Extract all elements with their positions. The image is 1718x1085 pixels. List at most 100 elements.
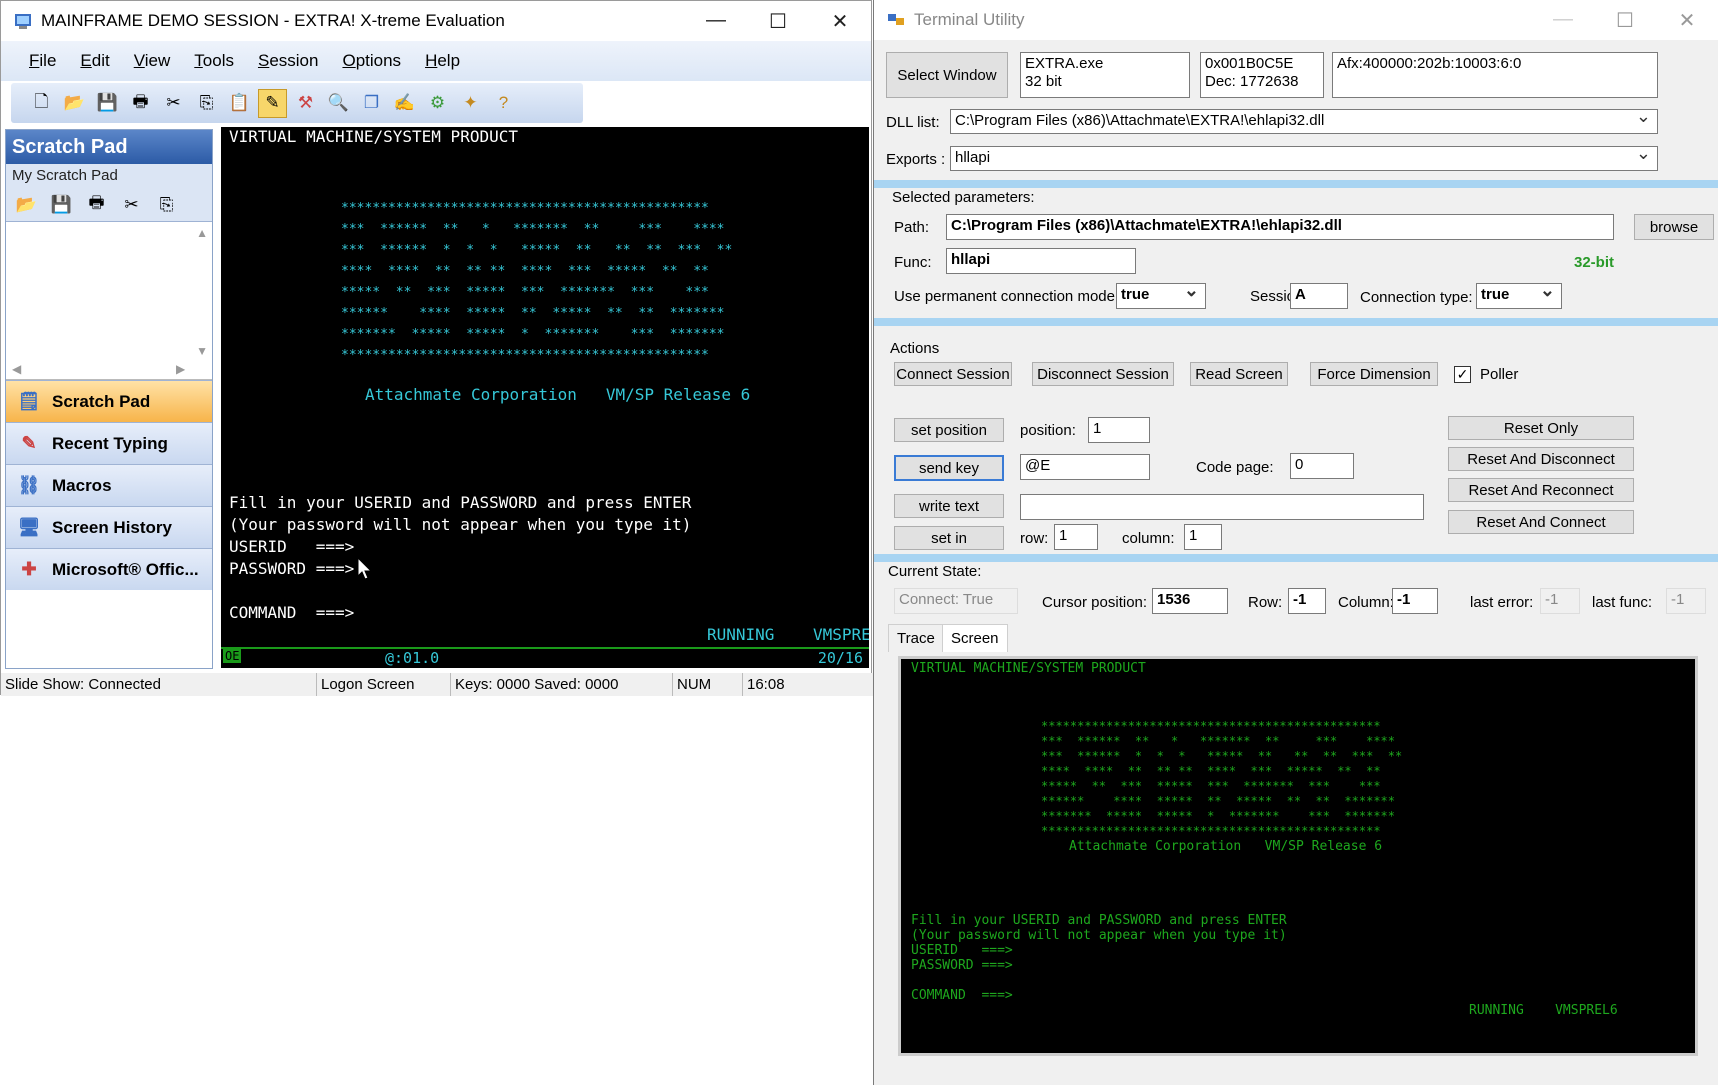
macro-icon[interactable]: ⚙ xyxy=(423,89,452,118)
separator xyxy=(874,180,1718,188)
copy-icon[interactable]: ⎘ xyxy=(152,190,181,219)
banner-line: ****************************************… xyxy=(341,348,709,363)
scroll-right-icon[interactable]: ▶ xyxy=(176,362,185,376)
help-icon[interactable]: ? xyxy=(489,89,518,118)
force-dimension-button[interactable]: Force Dimension xyxy=(1310,362,1438,386)
save-icon[interactable]: 💾 xyxy=(47,190,76,219)
nav-recent-typing[interactable]: ✎ Recent Typing xyxy=(6,422,212,464)
nav-macros[interactable]: ⛓ Macros xyxy=(6,464,212,506)
terminal-utility-window: Terminal Utility — ☐ ✕ Select Window EXT… xyxy=(873,0,1718,1085)
close-icon[interactable]: ✕ xyxy=(1656,8,1718,33)
send-key-button[interactable]: send key xyxy=(894,455,1004,481)
reset-and-disconnect-button[interactable]: Reset And Disconnect xyxy=(1448,447,1634,471)
edit-icon[interactable]: ✍ xyxy=(390,89,419,118)
terminal-line: Fill in your USERID and PASSWORD and pre… xyxy=(911,913,1287,928)
terminal-line: COMMAND ===> xyxy=(911,988,1013,1003)
last-error-label: last error: xyxy=(1470,594,1534,611)
key-input[interactable]: @E xyxy=(1020,454,1150,480)
close-icon[interactable]: ✕ xyxy=(809,9,871,34)
extra-app-icon xyxy=(15,14,31,29)
command-prompt[interactable]: COMMAND ===> xyxy=(229,603,354,622)
menu-help[interactable]: Help xyxy=(413,51,472,71)
print-icon[interactable]: 🖶 xyxy=(82,190,111,219)
nav-label: Recent Typing xyxy=(52,433,168,453)
extra-window: MAINFRAME DEMO SESSION - EXTRA! X-treme … xyxy=(0,0,873,696)
nav-microsoft-office[interactable]: ✚ Microsoft® Offic... xyxy=(6,548,212,590)
read-screen-button[interactable]: Read Screen xyxy=(1190,362,1288,386)
menu-options[interactable]: Options xyxy=(330,51,413,71)
maximize-icon[interactable]: ☐ xyxy=(747,9,809,34)
exports-label: Exports : xyxy=(886,151,946,168)
set-in-button[interactable]: set in xyxy=(894,526,1004,550)
banner-line: ******* ***** ***** * ******* *** ******… xyxy=(1041,809,1396,823)
connection-type-label: Connection type: xyxy=(1360,289,1473,306)
reset-only-button[interactable]: Reset Only xyxy=(1448,416,1634,440)
nav-label: Microsoft® Offic... xyxy=(52,559,199,579)
exports-select[interactable]: hllapi xyxy=(950,146,1658,171)
dll-select[interactable]: C:\Program Files (x86)\Attachmate\EXTRA!… xyxy=(950,109,1658,134)
connect-session-button[interactable]: Connect Session xyxy=(894,362,1012,386)
scroll-left-icon[interactable]: ◀ xyxy=(12,362,21,376)
browse-button[interactable]: browse xyxy=(1634,214,1714,240)
wizard-icon[interactable]: ✦ xyxy=(456,89,485,118)
password-prompt[interactable]: PASSWORD ===> xyxy=(229,559,354,578)
terminal-utility-icon xyxy=(888,14,904,25)
position-input[interactable]: 1 xyxy=(1088,417,1150,443)
zoom-icon[interactable]: 🔍 xyxy=(324,89,353,118)
tools-icon[interactable]: ⚒ xyxy=(291,89,320,118)
open-folder-icon[interactable]: 📂 xyxy=(60,89,89,118)
row-input[interactable]: 1 xyxy=(1054,524,1098,550)
select-window-button[interactable]: Select Window xyxy=(886,52,1008,98)
permanent-connection-select[interactable]: true xyxy=(1116,283,1206,309)
copy-icon[interactable]: ⎘ xyxy=(192,89,221,118)
scroll-up-icon[interactable]: ▲ xyxy=(196,226,208,240)
edit-mode-icon[interactable]: ✎ xyxy=(258,88,287,118)
connect-state-field: Connect: True xyxy=(894,588,1018,614)
poller-checkbox[interactable]: ✓ xyxy=(1454,366,1471,383)
new-icon[interactable]: 🗋 xyxy=(27,89,56,118)
menu-file[interactable]: File xyxy=(17,51,68,71)
scratch-pad-text-area[interactable]: ▲ ▼ ◀ ▶ xyxy=(6,222,212,380)
cursor-position-label: Cursor position: xyxy=(1042,594,1148,611)
menu-view[interactable]: View xyxy=(122,51,183,71)
windows-icon[interactable]: ❐ xyxy=(357,89,386,118)
reset-and-connect-button[interactable]: Reset And Connect xyxy=(1448,510,1634,534)
tab-trace[interactable]: Trace xyxy=(888,624,944,652)
notepad-icon: 🗒 xyxy=(17,391,41,411)
path-input[interactable]: C:\Program Files (x86)\Attachmate\EXTRA!… xyxy=(946,214,1614,240)
cut-icon[interactable]: ✂ xyxy=(117,190,146,219)
disconnect-session-button[interactable]: Disconnect Session xyxy=(1032,362,1174,386)
session-input[interactable]: A xyxy=(1290,283,1348,309)
reset-and-reconnect-button[interactable]: Reset And Reconnect xyxy=(1448,478,1634,502)
maximize-icon[interactable]: ☐ xyxy=(1594,8,1656,33)
nav-scratch-pad[interactable]: 🗒 Scratch Pad xyxy=(6,380,212,422)
terminal-screen[interactable]: VIRTUAL MACHINE/SYSTEM PRODUCT *********… xyxy=(221,127,869,668)
open-folder-icon[interactable]: 📂 xyxy=(12,190,41,219)
banner-line: ***** ** *** ***** *** ******* *** *** xyxy=(1041,779,1381,793)
scroll-down-icon[interactable]: ▼ xyxy=(196,344,208,358)
func-input[interactable]: hllapi xyxy=(946,248,1136,274)
connection-type-select[interactable]: true xyxy=(1476,283,1562,309)
minimize-icon[interactable]: — xyxy=(685,9,747,34)
nav-screen-history[interactable]: 🖥 Screen History xyxy=(6,506,212,548)
menu-edit[interactable]: Edit xyxy=(68,51,121,71)
paste-icon[interactable]: 📋 xyxy=(225,89,254,118)
tab-screen[interactable]: Screen xyxy=(942,624,1008,652)
print-icon[interactable]: 🖶 xyxy=(126,89,155,118)
column-input[interactable]: 1 xyxy=(1184,524,1222,550)
code-page-input[interactable]: 0 xyxy=(1290,453,1354,479)
set-position-button[interactable]: set position xyxy=(894,418,1004,442)
userid-prompt[interactable]: USERID ===> xyxy=(229,537,354,556)
cut-icon[interactable]: ✂ xyxy=(159,89,188,118)
save-icon[interactable]: 💾 xyxy=(93,89,122,118)
column-label: column: xyxy=(1122,530,1175,547)
screen-capture-view: VIRTUAL MACHINE/SYSTEM PRODUCT *********… xyxy=(898,656,1698,1056)
window-title: MAINFRAME DEMO SESSION - EXTRA! X-treme … xyxy=(41,11,505,30)
menu-session[interactable]: Session xyxy=(246,51,330,71)
minimize-icon[interactable]: — xyxy=(1532,8,1594,33)
path-label: Path: xyxy=(894,219,930,236)
write-text-input[interactable] xyxy=(1020,494,1424,520)
write-text-button[interactable]: write text xyxy=(894,494,1004,518)
menu-tools[interactable]: Tools xyxy=(182,51,246,71)
terminal-header: VIRTUAL MACHINE/SYSTEM PRODUCT xyxy=(229,127,518,146)
